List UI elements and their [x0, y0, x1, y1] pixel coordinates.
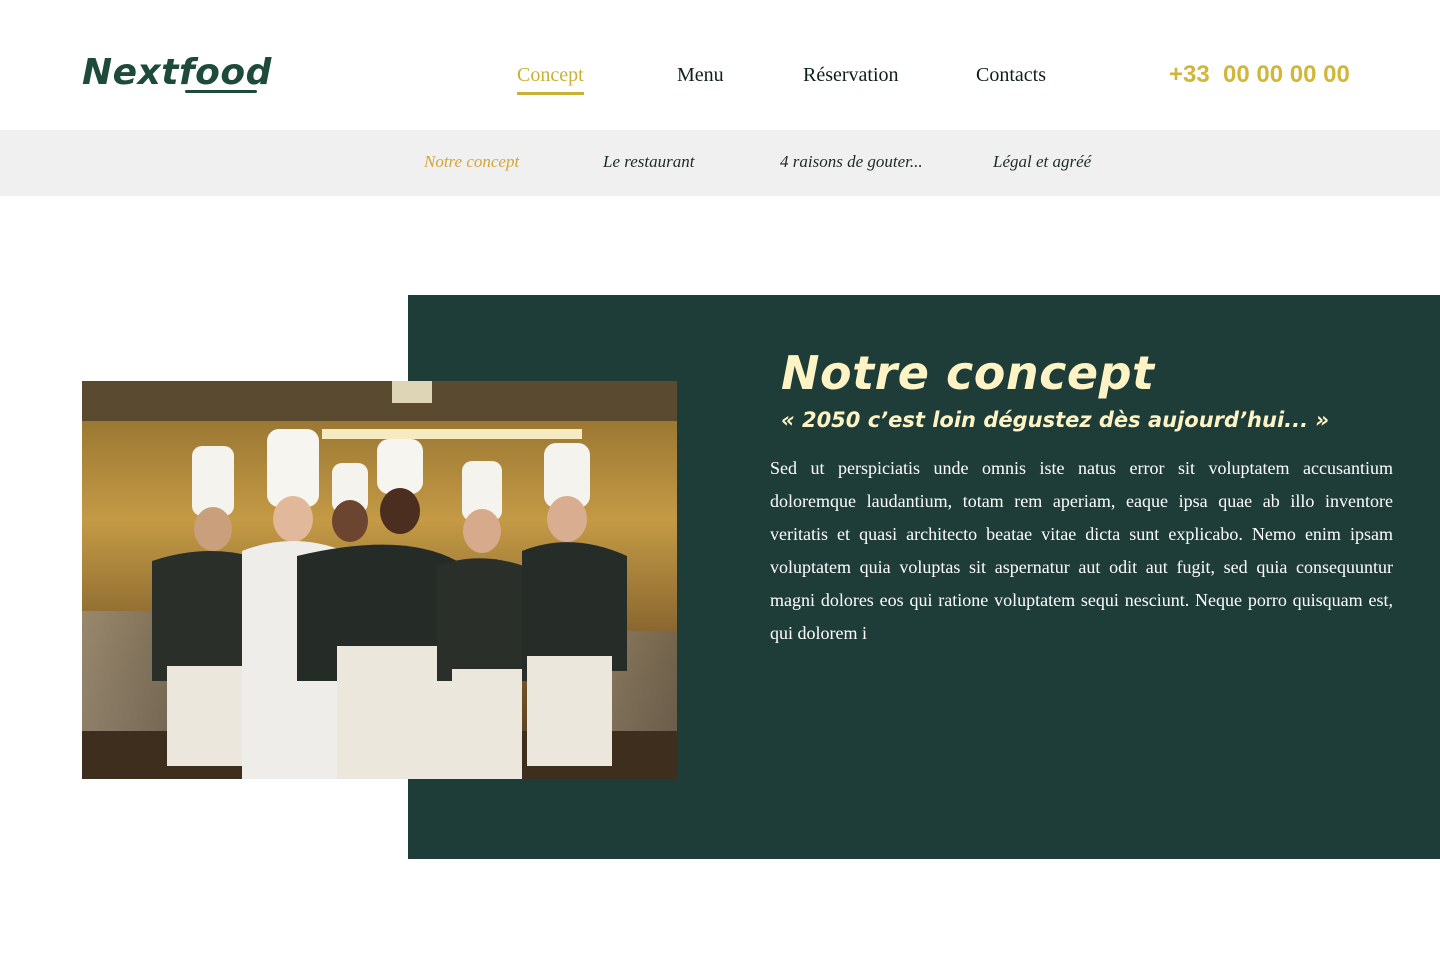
concept-body-text: Sed ut perspiciatis unde omnis iste natu… — [770, 458, 1393, 643]
nav-contacts[interactable]: Contacts — [976, 62, 1046, 88]
concept-subtitle: « 2050 c’est loin dégustez dès aujourd’h… — [781, 408, 1330, 432]
chefs-team-photo — [82, 381, 677, 779]
nav-reservation-label: Réservation — [803, 64, 899, 86]
nav-active-indicator — [517, 92, 584, 95]
phone-number[interactable]: +33 00 00 00 00 — [1169, 60, 1350, 90]
nav-concept-label: Concept — [517, 64, 584, 86]
nextfood-logo[interactable]: Nextfood — [82, 50, 272, 96]
logo-text: Nextfood — [82, 52, 272, 93]
nav-reservation[interactable]: Réservation — [803, 62, 899, 88]
concept-title: Notre concept — [781, 346, 1155, 400]
chefs-illustration — [152, 429, 627, 779]
nav-menu-label: Menu — [677, 64, 724, 86]
logo-underline — [185, 90, 257, 93]
subnav-le-restaurant[interactable]: Le restaurant — [603, 151, 694, 173]
nav-contacts-label: Contacts — [976, 64, 1046, 86]
nav-menu[interactable]: Menu — [677, 62, 724, 88]
nav-concept[interactable]: Concept — [517, 62, 584, 95]
sub-nav: Notre concept Le restaurant 4 raisons de… — [0, 130, 1440, 196]
site-header: Nextfood Concept Menu Réservation Contac… — [0, 0, 1440, 130]
subnav-notre-concept[interactable]: Notre concept — [424, 151, 519, 173]
subnav-4-raisons[interactable]: 4 raisons de gouter... — [780, 151, 923, 173]
subnav-legal-agree[interactable]: Légal et agréé — [993, 151, 1091, 173]
